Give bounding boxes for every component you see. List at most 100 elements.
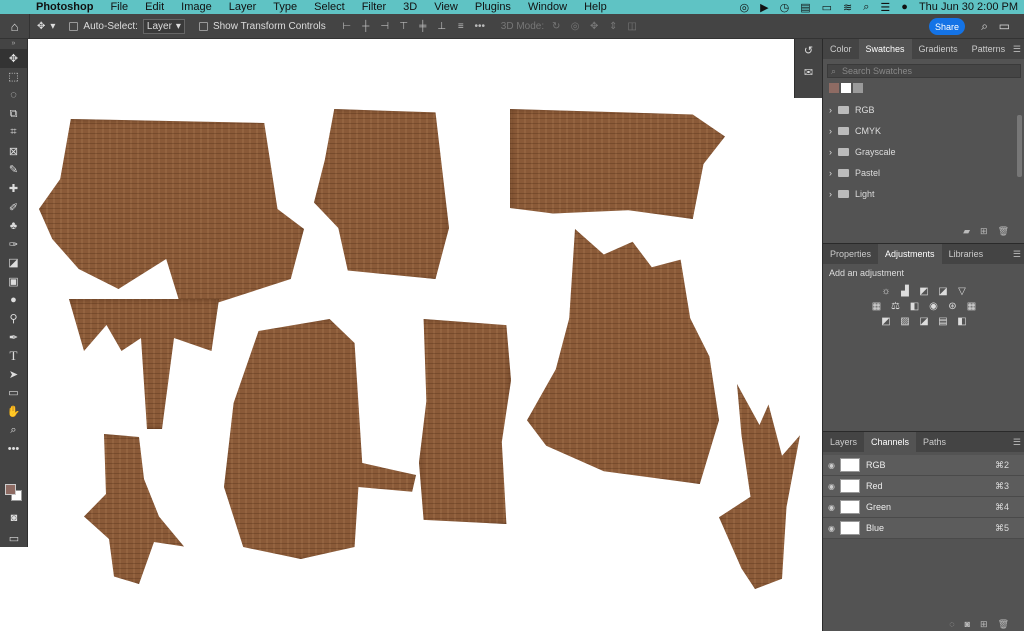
tab-swatches[interactable]: Swatches xyxy=(858,39,912,59)
black-white-icon[interactable]: ◧ xyxy=(908,301,921,312)
visibility-eye-icon[interactable]: ◉ xyxy=(823,524,840,533)
curves-icon[interactable]: ◩ xyxy=(918,286,931,297)
hue-saturation-icon[interactable]: ▦ xyxy=(870,301,883,312)
document-canvas[interactable] xyxy=(29,39,822,631)
selective-color-icon[interactable]: ◧ xyxy=(956,316,969,327)
tab-libraries[interactable]: Libraries xyxy=(942,244,991,264)
auto-select-checkbox[interactable] xyxy=(69,21,79,31)
spotlight-search-icon[interactable]: ⌕ xyxy=(863,1,869,14)
eyedropper-tool-icon[interactable]: ✎ xyxy=(0,161,27,180)
distribute-icon[interactable]: ≡ xyxy=(454,21,468,32)
clone-stamp-tool-icon[interactable]: ♣ xyxy=(0,216,27,235)
channel-row-green[interactable]: ◉ Green ⌘4 xyxy=(823,497,1024,518)
align-top-icon[interactable]: ⊤ xyxy=(397,21,411,32)
threshold-icon[interactable]: ◪ xyxy=(918,316,931,327)
delete-icon[interactable]: 🗑 xyxy=(998,619,1009,630)
zoom-tool-icon[interactable]: ⌕ xyxy=(0,421,27,440)
search-icon[interactable]: ⌕ xyxy=(981,19,988,34)
show-transform-checkbox[interactable] xyxy=(198,21,208,31)
wifi-icon[interactable]: ≋ xyxy=(843,1,852,14)
vibrance-icon[interactable]: ▽ xyxy=(956,286,969,297)
menubar-clock[interactable]: Thu Jun 30 2:00 PM xyxy=(919,1,1018,13)
swatch-group-pastel[interactable]: › Pastel xyxy=(823,162,1024,183)
tab-properties[interactable]: Properties xyxy=(823,244,878,264)
hand-tool-icon[interactable]: ✋ xyxy=(0,402,27,421)
type-tool-icon[interactable]: T xyxy=(0,347,27,366)
move-tool-preset[interactable]: ✥ ▾ xyxy=(30,14,62,39)
rectangle-tool-icon[interactable]: ▭ xyxy=(0,384,27,403)
workspace-icon[interactable]: ▭ xyxy=(999,19,1010,33)
menu-plugins[interactable]: Plugins xyxy=(475,1,511,13)
swatch-group-grayscale[interactable]: › Grayscale xyxy=(823,141,1024,162)
levels-icon[interactable]: ▟ xyxy=(899,286,912,297)
tab-adjustments[interactable]: Adjustments xyxy=(878,244,942,264)
swatch-group-light[interactable]: › Light xyxy=(823,183,1024,204)
visibility-eye-icon[interactable]: ◉ xyxy=(823,461,840,470)
menu-type[interactable]: Type xyxy=(273,1,297,13)
channel-row-blue[interactable]: ◉ Blue ⌘5 xyxy=(823,518,1024,539)
healing-brush-tool-icon[interactable]: ✚ xyxy=(0,179,27,198)
menu-filter[interactable]: Filter xyxy=(362,1,386,13)
recent-color-swatch[interactable] xyxy=(853,83,863,93)
screen-mode-icon[interactable]: ▭ xyxy=(0,529,28,548)
history-brush-tool-icon[interactable]: ✑ xyxy=(0,235,27,254)
marquee-tool-icon[interactable]: ⬚ xyxy=(0,68,27,87)
gradient-map-icon[interactable]: ▤ xyxy=(937,316,950,327)
gradient-tool-icon[interactable]: ▣ xyxy=(0,272,27,291)
menu-edit[interactable]: Edit xyxy=(145,1,164,13)
align-right-icon[interactable]: ⊣ xyxy=(378,21,392,32)
panel-menu-icon[interactable]: ☰ xyxy=(1013,249,1021,260)
align-hcenter-icon[interactable]: ┼ xyxy=(359,21,373,32)
swatch-group-rgb[interactable]: › RGB xyxy=(823,99,1024,120)
dodge-tool-icon[interactable]: ⚲ xyxy=(0,309,27,328)
auto-select-dropdown[interactable]: Layer ▾ xyxy=(142,18,185,34)
menu-select[interactable]: Select xyxy=(314,1,345,13)
menu-layer[interactable]: Layer xyxy=(229,1,257,13)
search-swatches-input[interactable]: ⌕ Search Swatches xyxy=(827,64,1021,78)
photo-filter-icon[interactable]: ◉ xyxy=(927,301,940,312)
visibility-eye-icon[interactable]: ◉ xyxy=(823,503,840,512)
menu-image[interactable]: Image xyxy=(181,1,212,13)
align-vcenter-icon[interactable]: ╪ xyxy=(416,21,430,32)
menu-help[interactable]: Help xyxy=(584,1,607,13)
quick-mask-icon[interactable]: ◙ xyxy=(0,509,28,528)
brightness-contrast-icon[interactable]: ☼ xyxy=(880,286,893,297)
new-group-icon[interactable]: ▰ xyxy=(963,226,970,237)
menu-3d[interactable]: 3D xyxy=(403,1,417,13)
crop-tool-icon[interactable]: ⌗ xyxy=(0,123,27,142)
swatch-group-cmyk[interactable]: › CMYK xyxy=(823,120,1024,141)
siri-icon[interactable]: ● xyxy=(901,1,908,13)
channel-row-rgb[interactable]: ◉ RGB ⌘2 xyxy=(823,455,1024,476)
clock-icon[interactable]: ◷ xyxy=(780,1,790,14)
align-bottom-icon[interactable]: ⊥ xyxy=(435,21,449,32)
tab-channels[interactable]: Channels xyxy=(864,432,917,452)
channel-row-red[interactable]: ◉ Red ⌘3 xyxy=(823,476,1024,497)
new-swatch-icon[interactable]: ⊞ xyxy=(980,226,988,237)
menu-app-name[interactable]: Photoshop xyxy=(36,1,93,13)
recent-color-swatch[interactable] xyxy=(841,83,851,93)
pen-tool-icon[interactable]: ✒ xyxy=(0,328,27,347)
delete-icon[interactable]: 🗑 xyxy=(998,226,1009,237)
play-icon[interactable]: ▶ xyxy=(760,1,768,14)
collapse-toolbar-icon[interactable]: » xyxy=(0,39,27,49)
history-panel-icon[interactable]: ↺ xyxy=(795,39,822,61)
menu-window[interactable]: Window xyxy=(528,1,567,13)
eraser-tool-icon[interactable]: ◪ xyxy=(0,254,27,273)
lasso-tool-icon[interactable]: ◌ xyxy=(0,86,27,105)
home-icon[interactable]: ⌂ xyxy=(0,13,30,39)
blur-tool-icon[interactable]: ● xyxy=(0,291,27,310)
exposure-icon[interactable]: ◪ xyxy=(937,286,950,297)
save-selection-icon[interactable]: ◙ xyxy=(965,619,970,630)
color-lookup-icon[interactable]: ▦ xyxy=(965,301,978,312)
invert-icon[interactable]: ◩ xyxy=(880,316,893,327)
share-button[interactable]: Share xyxy=(929,18,965,35)
load-selection-icon[interactable]: ◌ xyxy=(949,619,954,630)
battery-icon[interactable]: ▭ xyxy=(822,1,832,14)
frame-tool-icon[interactable]: ⊠ xyxy=(0,142,27,161)
move-tool-icon[interactable]: ✥ xyxy=(0,49,27,68)
menu-view[interactable]: View xyxy=(434,1,458,13)
posterize-icon[interactable]: ▨ xyxy=(899,316,912,327)
color-balance-icon[interactable]: ⚖ xyxy=(889,301,902,312)
path-select-tool-icon[interactable]: ➤ xyxy=(0,365,27,384)
control-center-icon[interactable]: ☰ xyxy=(880,1,890,14)
